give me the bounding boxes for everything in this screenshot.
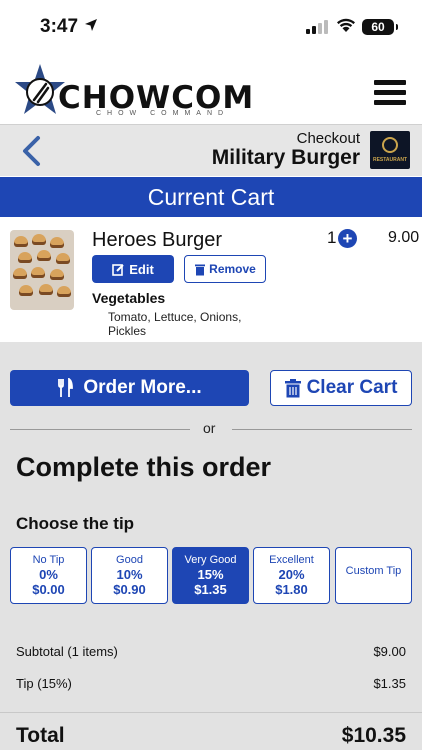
subtotal-value: $9.00 (373, 644, 406, 659)
tip-option-excellent[interactable]: Excellent 20% $1.80 (253, 547, 330, 604)
order-more-button[interactable]: Order More... (10, 370, 249, 406)
edit-button-label: Edit (129, 261, 154, 277)
checkout-bar: Checkout Military Burger RESTAURANT (0, 124, 422, 176)
divider (0, 712, 422, 713)
subtotal-row: Subtotal (1 items) $9.00 (16, 644, 406, 659)
edit-button[interactable]: Edit (92, 255, 174, 283)
tip-row: Tip (15%) $1.35 (16, 676, 406, 691)
checkout-label: Checkout (296, 130, 360, 147)
location-arrow-icon (85, 19, 97, 31)
tip-option-very-good[interactable]: Very Good 15% $1.35 (172, 547, 249, 604)
subtotal-label: Subtotal (1 items) (16, 644, 118, 659)
status-bar: 3:47 60 (0, 0, 422, 56)
cart-item: Heroes Burger 1 + 9.00 Edit Remove Veget… (0, 217, 422, 342)
tip-option-good[interactable]: Good 10% $0.90 (91, 547, 168, 604)
remove-button-label: Remove (209, 262, 256, 276)
back-chevron-icon[interactable] (20, 135, 42, 167)
total-value: $10.35 (341, 724, 406, 747)
tip-amount: $1.80 (275, 582, 308, 597)
remove-button[interactable]: Remove (184, 255, 266, 283)
tip-name: Excellent (269, 554, 314, 566)
restaurant-name: Military Burger (211, 146, 360, 169)
utensils-icon (58, 378, 74, 397)
trash-icon (195, 264, 206, 275)
order-more-label: Order More... (83, 377, 202, 398)
modifier-group-title: Vegetables (92, 290, 166, 306)
item-quantity: 1 (327, 228, 337, 247)
tip-name: Very Good (184, 554, 237, 566)
tip-row-label: Tip (15%) (16, 676, 72, 691)
current-cart-header: Current Cart (0, 177, 422, 217)
total-label: Total (16, 724, 65, 747)
item-price: 9.00 (388, 229, 420, 246)
tip-amount: $1.35 (194, 582, 227, 597)
tip-row-value: $1.35 (373, 676, 406, 691)
clear-cart-label: Clear Cart (306, 377, 398, 398)
item-image (10, 230, 74, 310)
modifier-values: Tomato, Lettuce, Onions, Pickles (108, 310, 242, 338)
tip-percent: 0% (39, 567, 58, 582)
cellular-signal-icon (306, 20, 328, 34)
trash-icon (284, 378, 301, 397)
or-divider: or (10, 420, 412, 438)
tip-option-custom[interactable]: Custom Tip (335, 547, 412, 604)
tip-options: No Tip 0% $0.00 Good 10% $0.90 Very Good… (10, 547, 413, 604)
menu-hamburger-icon[interactable] (374, 80, 406, 106)
tip-amount: $0.90 (113, 582, 146, 597)
tip-percent: 15% (197, 567, 224, 582)
battery-icon: 60 (362, 19, 398, 35)
restaurant-logo: RESTAURANT (370, 131, 410, 169)
tip-name: Custom Tip (345, 565, 402, 577)
increase-quantity-icon[interactable]: + (338, 229, 357, 248)
restaurant-logo-text: RESTAURANT (372, 157, 408, 163)
item-name: Heroes Burger (92, 229, 223, 251)
tip-percent: 20% (278, 567, 305, 582)
tip-name: No Tip (32, 554, 65, 566)
complete-order-title: Complete this order (16, 452, 272, 482)
clear-cart-button[interactable]: Clear Cart (270, 370, 412, 406)
checkout-section: Order More... Clear Cart or Complete thi… (0, 342, 422, 750)
or-text: or (203, 420, 216, 436)
app-header: CHOWCOM CHOW COMMAND (0, 56, 422, 124)
status-time: 3:47 (40, 16, 79, 37)
total-row: Total $10.35 (16, 724, 406, 748)
tip-percent: 10% (116, 567, 143, 582)
tip-amount: $0.00 (32, 582, 65, 597)
tip-option-no-tip[interactable]: No Tip 0% $0.00 (10, 547, 87, 604)
brand-tagline: CHOW COMMAND (96, 110, 230, 117)
edit-icon (112, 263, 124, 276)
tip-name: Good (116, 554, 143, 566)
wifi-icon (337, 18, 355, 32)
choose-tip-label: Choose the tip (16, 514, 135, 533)
